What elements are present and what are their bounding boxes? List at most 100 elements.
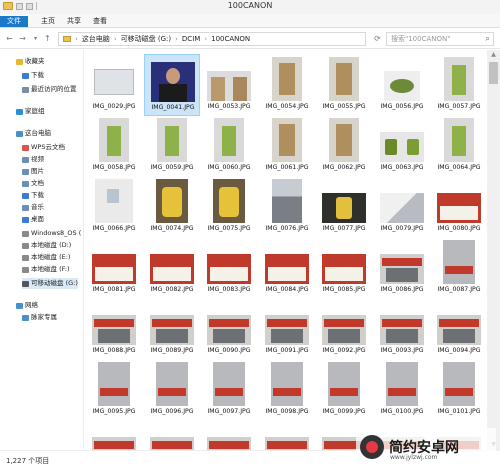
nav-item[interactable]: 文档: [22, 178, 44, 189]
nav-item[interactable]: 本地磁盘 (D:): [22, 240, 71, 251]
nav-item[interactable]: 家庭组: [16, 106, 45, 117]
nav-item[interactable]: 下载: [22, 70, 44, 81]
thumbnail-image: [92, 315, 136, 345]
file-name: IMG_0055.JPG: [322, 103, 366, 110]
address-field[interactable]: › 这台电脑 › 可移动磁盘 (G:) › DCIM › 100CANON: [58, 32, 366, 46]
recent-locations-chevron-icon[interactable]: ▾: [30, 33, 41, 44]
file-tile[interactable]: IMG_0091.JPG: [259, 298, 315, 360]
tab-file[interactable]: 文件: [0, 16, 28, 27]
watermark: 简约安卓网 www.jylzwj.com: [356, 428, 496, 466]
file-tile[interactable]: IMG_0056.JPG: [374, 54, 430, 116]
file-tile[interactable]: IMG_0095.JPG: [86, 359, 142, 421]
tab-view[interactable]: 查看: [88, 16, 112, 27]
file-tile[interactable]: [144, 420, 200, 450]
thumbnail-image: [272, 57, 302, 101]
file-tile[interactable]: IMG_0099.JPG: [316, 359, 372, 421]
breadcrumb-this-pc[interactable]: 这台电脑: [82, 34, 110, 44]
file-name: IMG_0086.JPG: [380, 286, 424, 293]
search-input[interactable]: 搜索"100CANON" ⌕: [386, 32, 494, 46]
nav-item[interactable]: 本地磁盘 (F:): [22, 264, 70, 275]
nav-item[interactable]: 图片: [22, 166, 44, 177]
file-tile[interactable]: IMG_0097.JPG: [201, 359, 257, 421]
file-tile[interactable]: IMG_0077.JPG: [316, 176, 372, 238]
file-tile[interactable]: IMG_0094.JPG: [431, 298, 486, 360]
file-tile[interactable]: IMG_0057.JPG: [431, 54, 486, 116]
file-tile[interactable]: IMG_0093.JPG: [374, 298, 430, 360]
file-tile[interactable]: IMG_0098.JPG: [259, 359, 315, 421]
nav-item[interactable]: 桌面: [22, 214, 44, 225]
download-icon: [22, 192, 29, 199]
file-tile[interactable]: IMG_0086.JPG: [374, 237, 430, 299]
scroll-up-icon[interactable]: ▲: [487, 50, 500, 60]
file-tile[interactable]: IMG_0076.JPG: [259, 176, 315, 238]
vertical-scrollbar[interactable]: ▲ ▼: [487, 50, 500, 450]
file-tile[interactable]: [201, 420, 257, 450]
nav-item[interactable]: 可移动磁盘 (G:): [22, 278, 78, 289]
thumbnail: [92, 57, 136, 101]
file-tile[interactable]: [259, 420, 315, 450]
thumbnail: [322, 362, 366, 406]
file-tile[interactable]: IMG_0100.JPG: [374, 359, 430, 421]
forward-arrow-icon[interactable]: →: [17, 33, 28, 44]
file-name: IMG_0097.JPG: [207, 408, 251, 415]
file-tile[interactable]: IMG_0084.JPG: [259, 237, 315, 299]
back-arrow-icon[interactable]: ←: [4, 33, 15, 44]
file-tile[interactable]: IMG_0085.JPG: [316, 237, 372, 299]
file-tile[interactable]: IMG_0090.JPG: [201, 298, 257, 360]
file-tile[interactable]: IMG_0081.JPG: [86, 237, 142, 299]
file-tile[interactable]: IMG_0082.JPG: [144, 237, 200, 299]
nav-item[interactable]: 网络: [16, 300, 38, 311]
file-name: IMG_0029.JPG: [92, 103, 136, 110]
breadcrumb-100canon[interactable]: 100CANON: [211, 35, 250, 43]
file-tile[interactable]: IMG_0053.JPG: [201, 54, 257, 116]
file-tile[interactable]: IMG_0066.JPG: [86, 176, 142, 238]
file-tile[interactable]: IMG_0079.JPG: [374, 176, 430, 238]
nav-item[interactable]: 最近访问的位置: [22, 84, 77, 95]
nav-item[interactable]: 下载: [22, 190, 44, 201]
nav-item[interactable]: 收藏夹: [16, 56, 45, 67]
file-tile[interactable]: IMG_0059.JPG: [144, 115, 200, 177]
nav-item[interactable]: Windows8_OS (: [22, 228, 81, 239]
breadcrumb-dcim[interactable]: DCIM: [182, 35, 200, 43]
file-name: IMG_0064.JPG: [437, 164, 481, 171]
nav-item[interactable]: 本地磁盘 (E:): [22, 252, 70, 263]
file-name: IMG_0066.JPG: [92, 225, 136, 232]
file-tile[interactable]: IMG_0075.JPG: [201, 176, 257, 238]
tab-home[interactable]: 主页: [36, 16, 60, 27]
file-tile[interactable]: IMG_0063.JPG: [374, 115, 430, 177]
file-tile[interactable]: IMG_0074.JPG: [144, 176, 200, 238]
scrollbar-thumb[interactable]: [489, 62, 498, 84]
breadcrumb-removable-drive[interactable]: 可移动磁盘 (G:): [121, 34, 171, 44]
file-tile[interactable]: IMG_0089.JPG: [144, 298, 200, 360]
file-tile[interactable]: IMG_0083.JPG: [201, 237, 257, 299]
up-arrow-icon[interactable]: ↑: [42, 33, 53, 44]
thumbnail: [207, 362, 251, 406]
nav-item[interactable]: 视频: [22, 154, 44, 165]
file-name: IMG_0090.JPG: [207, 347, 251, 354]
file-name: IMG_0088.JPG: [92, 347, 136, 354]
file-tile[interactable]: IMG_0080.JPG: [431, 176, 486, 238]
file-tile[interactable]: IMG_0088.JPG: [86, 298, 142, 360]
file-tile[interactable]: IMG_0060.JPG: [201, 115, 257, 177]
nav-item[interactable]: 这台电脑: [16, 128, 51, 139]
file-tile[interactable]: IMG_0092.JPG: [316, 298, 372, 360]
nav-item[interactable]: WPS云文档: [22, 142, 65, 153]
file-tile[interactable]: IMG_0101.JPG: [431, 359, 486, 421]
nav-item[interactable]: 音乐: [22, 202, 44, 213]
thumbnail-image: [92, 437, 136, 450]
refresh-icon[interactable]: ⟳: [372, 33, 383, 44]
nav-item[interactable]: 脉家专属: [22, 312, 57, 323]
file-tile[interactable]: IMG_0055.JPG: [316, 54, 372, 116]
file-tile[interactable]: IMG_0054.JPG: [259, 54, 315, 116]
tab-share[interactable]: 共享: [62, 16, 86, 27]
file-tile[interactable]: IMG_0029.JPG: [86, 54, 142, 116]
file-tile[interactable]: IMG_0041.JPG: [144, 54, 200, 116]
file-tile[interactable]: IMG_0064.JPG: [431, 115, 486, 177]
file-tile[interactable]: IMG_0096.JPG: [144, 359, 200, 421]
thumbnail-image: [156, 179, 188, 223]
file-tile[interactable]: IMG_0062.JPG: [316, 115, 372, 177]
file-tile[interactable]: [86, 420, 142, 450]
file-tile[interactable]: IMG_0061.JPG: [259, 115, 315, 177]
file-tile[interactable]: IMG_0087.JPG: [431, 237, 486, 299]
file-tile[interactable]: IMG_0058.JPG: [86, 115, 142, 177]
